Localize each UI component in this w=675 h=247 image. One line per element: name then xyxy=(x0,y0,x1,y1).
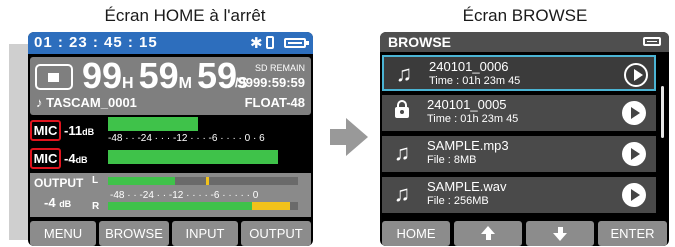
recording-format: FLOAT-48 xyxy=(244,95,305,110)
project-name: ♪ TASCAM_0001 xyxy=(36,95,137,110)
file-name: SAMPLE.mp3 xyxy=(427,138,509,153)
mic-scale: -48 · · -24 · · · -12 · · · -6 · · · · 0… xyxy=(108,133,265,144)
mic2-level: -4dB xyxy=(64,151,88,166)
play-icon[interactable] xyxy=(622,101,646,125)
file-info: File : 8MB xyxy=(427,154,477,166)
menu-button[interactable]: MENU xyxy=(30,221,96,246)
up-arrow-icon xyxy=(481,226,495,240)
timecode: 01 : 23 : 45 : 15 xyxy=(34,34,158,51)
music-note-icon: ♫ xyxy=(393,181,411,206)
home-screen-caption: Écran HOME à l'arrêt xyxy=(104,6,266,25)
file-info: File : 256MB xyxy=(427,195,489,207)
output-button[interactable]: OUTPUT xyxy=(241,221,311,246)
browse-screen: BROWSE ♫ 240101_0006 Time : 01h 23m 45 2… xyxy=(380,32,669,246)
mic1-label: MIC xyxy=(30,120,61,141)
side-tab xyxy=(9,44,29,240)
elapsed-time: 99H 59M 59S xyxy=(82,55,248,96)
down-button[interactable] xyxy=(526,221,594,246)
transition-arrow-icon xyxy=(346,118,368,156)
down-arrow-icon xyxy=(553,227,567,241)
scrollbar[interactable] xyxy=(661,86,664,138)
mic1-meter-bar xyxy=(108,117,198,131)
up-button[interactable] xyxy=(454,221,522,246)
output-panel[interactable]: OUTPUT -4 dB L R -48 · · -24 · · -12 · ·… xyxy=(30,173,311,217)
output-scale: -48 · · -24 · · -12 · · · · -6 · · · · ·… xyxy=(110,190,259,201)
enter-button[interactable]: ENTER xyxy=(598,221,667,246)
output-left-peak xyxy=(206,177,209,185)
home-screen: 01 : 23 : 45 : 15 ✱ 99H 59M 59S SD REMAIN … xyxy=(28,32,313,246)
output-left-meter xyxy=(108,177,298,185)
mic2-meter-row[interactable]: MIC -4dB xyxy=(30,146,311,172)
browse-softkeys: HOME ENTER xyxy=(380,221,669,246)
mic2-label: MIC xyxy=(30,148,61,169)
file-row[interactable]: ♫ 240101_0006 Time : 01h 23m 45 xyxy=(382,55,656,91)
file-info: Time : 01h 23m 45 xyxy=(429,75,521,87)
music-note-icon: ♫ xyxy=(393,140,411,165)
home-button[interactable]: HOME xyxy=(382,221,450,246)
browse-header: BROWSE xyxy=(380,32,669,52)
input-button[interactable]: INPUT xyxy=(172,221,238,246)
browse-title: BROWSE xyxy=(388,34,451,50)
battery-icon xyxy=(284,38,309,48)
remain-label: SD REMAIN xyxy=(254,63,305,73)
file-row[interactable]: ♫ SAMPLE.mp3 File : 8MB xyxy=(382,136,656,172)
mic1-level: -11dB xyxy=(64,123,95,138)
stop-icon xyxy=(35,64,73,90)
mic2-meter-bar xyxy=(108,150,278,164)
browse-button[interactable]: BROWSE xyxy=(99,221,169,246)
output-right-label: R xyxy=(92,201,100,212)
file-row[interactable]: 240101_0005 Time : 01h 23m 45 xyxy=(382,95,656,131)
play-icon[interactable] xyxy=(624,63,648,87)
file-name: 240101_0005 xyxy=(427,97,507,112)
remain-value: /9999:59:59 xyxy=(234,75,305,90)
music-note-icon: ♫ xyxy=(395,61,413,86)
output-label: OUTPUT xyxy=(34,176,84,190)
play-icon[interactable] xyxy=(622,142,646,166)
file-info: Time : 01h 23m 45 xyxy=(427,113,519,125)
file-name: SAMPLE.wav xyxy=(427,179,507,194)
home-softkeys: MENU BROWSE INPUT OUTPUT xyxy=(28,221,313,246)
output-left-label: L xyxy=(92,175,99,186)
battery-icon xyxy=(643,37,661,46)
bluetooth-icon: ✱ xyxy=(250,35,263,52)
lock-icon xyxy=(395,100,409,118)
status-bar: 01 : 23 : 45 : 15 ✱ xyxy=(28,32,313,54)
browse-screen-caption: Écran BROWSE xyxy=(462,6,588,25)
play-icon[interactable] xyxy=(622,183,646,207)
file-row[interactable]: ♫ SAMPLE.wav File : 256MB xyxy=(382,177,656,213)
sd-card-icon xyxy=(266,36,274,49)
transport-panel: 99H 59M 59S SD REMAIN /9999:59:59 ♪ TASCAM… xyxy=(30,55,311,115)
output-right-yellow-segment xyxy=(252,202,290,210)
file-name: 240101_0006 xyxy=(429,59,509,74)
output-level: -4 dB xyxy=(44,195,72,210)
